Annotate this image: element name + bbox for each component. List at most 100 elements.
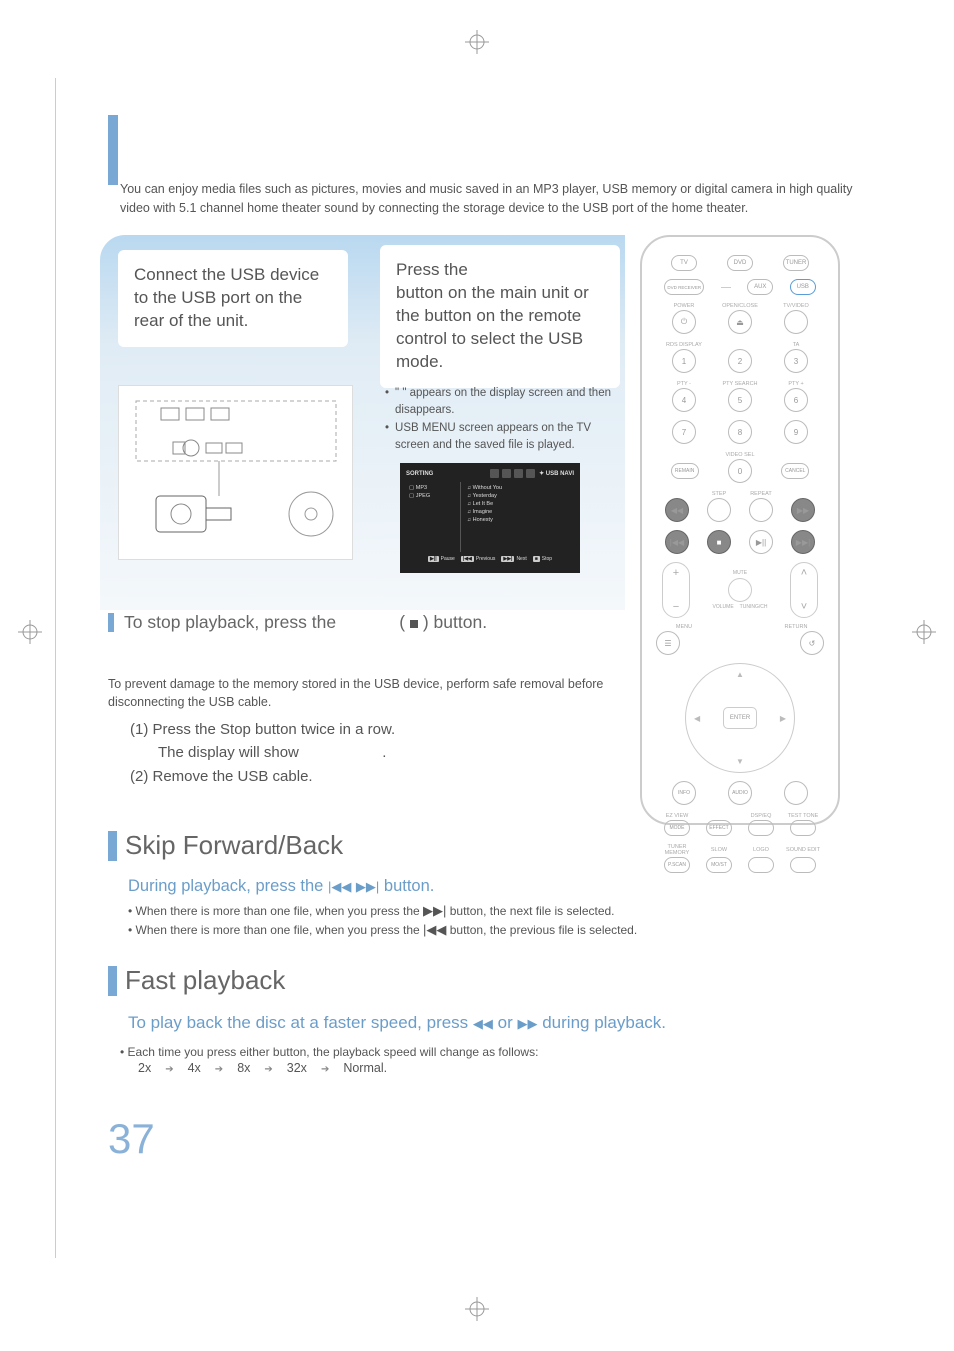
usb-footer-pause: Pause: [441, 556, 455, 562]
remote-num-button: 1: [672, 349, 696, 373]
remote-label: PTY -: [656, 381, 712, 387]
remote-label: TEST TONE: [782, 813, 824, 819]
registration-mark-icon: [18, 620, 42, 644]
speed-value: 8x: [237, 1061, 250, 1075]
remote-volume-rocker: +−: [662, 562, 690, 618]
usb-note-2: USB MENU screen appears on the TV screen…: [395, 420, 625, 453]
intro-paragraph: You can enjoy media files such as pictur…: [120, 180, 860, 218]
fast-bullet: • Each time you press either button, the…: [120, 1045, 848, 1059]
speed-value: 4x: [188, 1061, 201, 1075]
remote-label: TV/VIDEO: [768, 303, 824, 309]
remote-small-button: [790, 820, 816, 836]
speed-value: Normal.: [343, 1061, 387, 1075]
usb-footer-next: Next: [516, 556, 526, 562]
remote-label: TUNING/CH: [740, 604, 768, 610]
usb-connection-illustration: [118, 385, 353, 560]
remote-pscan-button: P.SCAN: [664, 857, 690, 873]
usb-menu-screenshot: SORTING ✦ USB NAVI ▢ MP3 ▢ JPEG ♫ Withou…: [400, 463, 580, 573]
section-accent-bar: [108, 831, 117, 861]
remote-num-button: 6: [784, 388, 808, 412]
remote-audio-button: AUDIO: [728, 781, 752, 805]
remote-small-button: [790, 857, 816, 873]
step-1-box: Connect the USB device to the USB port o…: [118, 250, 348, 347]
usb-track: ♫ Imagine: [467, 509, 568, 515]
arrow-icon: [321, 1061, 329, 1075]
speed-value: 2x: [138, 1061, 151, 1075]
stop-text-b: (: [399, 612, 405, 632]
device-rear-icon: [131, 396, 341, 551]
safe-removal-note: To prevent damage to the memory stored i…: [108, 675, 608, 711]
remote-next-button: ▶▶|: [791, 530, 815, 554]
remote-label: STEP: [698, 491, 740, 497]
registration-mark-icon: [912, 620, 936, 644]
section-accent-bar: [108, 966, 117, 996]
remote-ff-button: ▶▶: [791, 498, 815, 522]
fast-forward-icon: [517, 1013, 537, 1032]
remote-aux-button: AUX: [747, 279, 773, 295]
registration-mark-icon: [465, 30, 489, 54]
removal-step-2: (2) Remove the USB cable.: [130, 765, 395, 788]
remote-receiver-button: DVD RECEIVER: [664, 279, 704, 295]
remote-small-button: [748, 820, 774, 836]
remote-label: VOLUME: [713, 604, 734, 610]
remote-num-button: 9: [784, 420, 808, 444]
remote-most-button: MO/ST: [706, 857, 732, 873]
remote-mode-button: MODE: [664, 820, 690, 836]
remote-num-button: 0: [728, 459, 752, 483]
stop-text-a: To stop playback, press the: [124, 612, 341, 632]
remote-tuner-button: TUNER: [783, 255, 809, 271]
fast-instruction: To play back the disc at a faster speed,…: [128, 1012, 688, 1035]
usb-footer-stop: Stop: [542, 556, 552, 562]
remote-return-button: ↺: [800, 631, 824, 655]
rewind-icon: [473, 1013, 493, 1032]
usb-menu-navi-label: ✦ USB NAVI: [539, 470, 574, 477]
remote-eject-button: ⏏: [728, 310, 752, 334]
remote-repeat-button: [749, 498, 773, 522]
step-2-box: Press the button on the main unit or the…: [380, 245, 620, 388]
remote-info-button: INFO: [672, 781, 696, 805]
remote-dvd-button: DVD: [727, 255, 753, 271]
remote-step-button: [707, 498, 731, 522]
remote-prev-button: |◀◀: [665, 530, 689, 554]
remote-label: MENU: [656, 624, 712, 630]
skip-instruction: During playback, press the button.: [128, 877, 848, 896]
removal-step-1b: The display will show: [158, 744, 303, 761]
remote-label: RETURN: [768, 624, 824, 630]
arrow-icon: [165, 1061, 173, 1075]
remote-num-button: 3: [784, 349, 808, 373]
remote-num-button: 8: [728, 420, 752, 444]
remote-pl2-button: [784, 781, 808, 805]
remote-num-button: 2: [728, 349, 752, 373]
remote-tv-button: TV: [671, 255, 697, 271]
remote-cancel-button: CANCEL: [781, 463, 809, 479]
remote-remain-button: REMAIN: [671, 463, 699, 479]
remote-label: EZ VIEW: [656, 813, 698, 819]
remote-num-button: 4: [672, 388, 696, 412]
remote-menu-button: ☰: [656, 631, 680, 655]
remote-label: SOUND EDIT: [782, 847, 824, 853]
stop-playback-instruction: To stop playback, press the ( ) button.: [108, 612, 487, 633]
remote-dpad: ▲ ▼ ◀ ▶ ENTER: [685, 663, 795, 773]
remote-label: TUNER MEMORY: [656, 844, 698, 856]
arrow-icon: [215, 1061, 223, 1075]
dpad-right-icon: ▶: [780, 714, 786, 723]
remote-play-pause-button: ▶||: [749, 530, 773, 554]
stop-text-c: ) button.: [423, 612, 487, 632]
removal-step-1c: .: [382, 744, 386, 761]
remote-label: VIDEO SEL: [712, 452, 768, 458]
remote-rewind-button: ◀◀: [665, 498, 689, 522]
remote-label: DSP/EQ: [740, 813, 782, 819]
section-accent-bar: [108, 613, 114, 632]
usb-track: ♫ Honesty: [467, 517, 568, 523]
skip-bullet-1: • When there is more than one file, when…: [128, 902, 848, 921]
remote-label: POWER: [656, 303, 712, 309]
title-accent-bar: [108, 115, 118, 185]
usb-track: ♫ Yesterday: [467, 493, 568, 499]
safe-removal-steps: (1) Press the Stop button twice in a row…: [130, 718, 395, 788]
usb-track: ♫ Without You: [467, 485, 568, 491]
fast-title: Fast playback: [125, 965, 285, 996]
remote-label: REPEAT: [740, 491, 782, 497]
removal-step-1a: (1) Press the Stop button twice in a row…: [130, 718, 395, 741]
fast-speeds-list: 2x 4x 8x 32x Normal.: [138, 1061, 848, 1075]
stop-icon: [410, 620, 418, 628]
